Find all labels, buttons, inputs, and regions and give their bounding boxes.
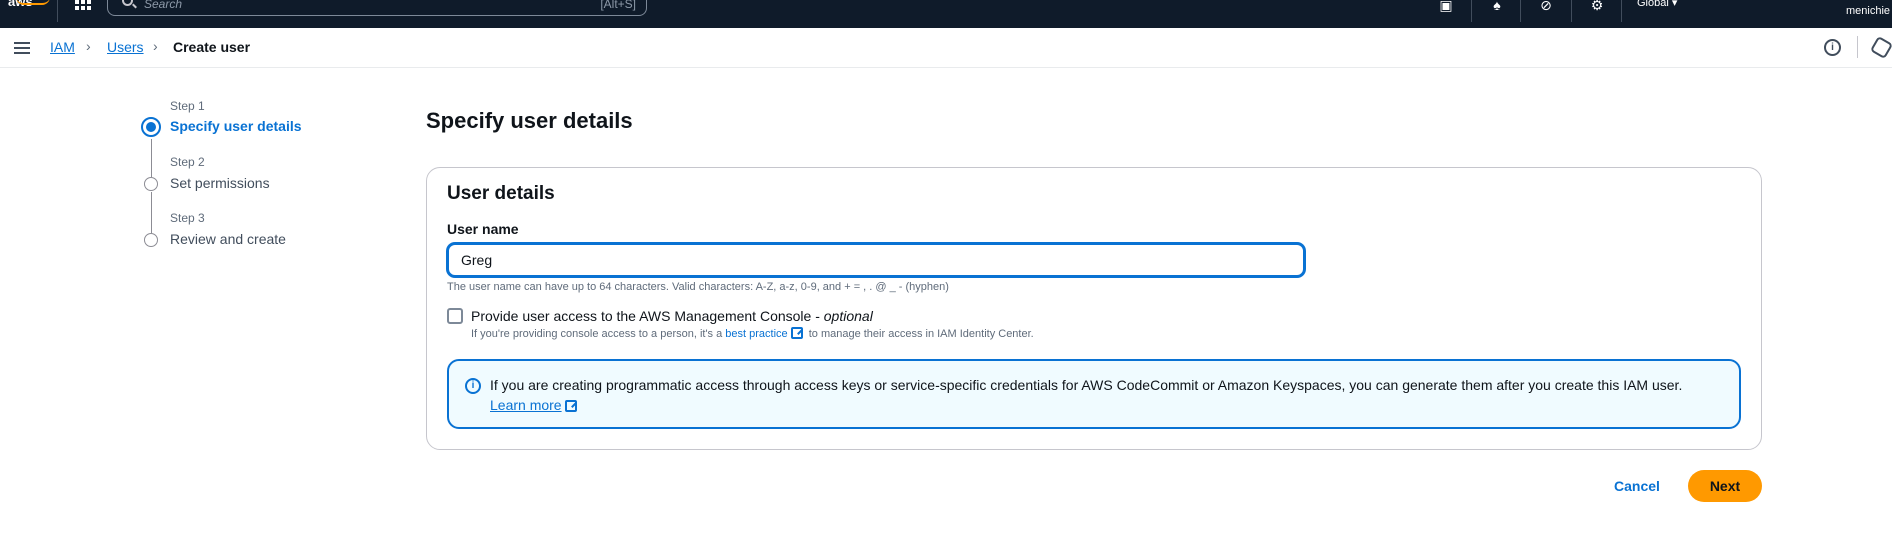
breadcrumb-current: Create user (173, 39, 251, 55)
step-3-title: Review and create (170, 231, 286, 247)
info-alert: i If you are creating programmatic acces… (447, 359, 1741, 429)
divider (1621, 0, 1622, 22)
page-title: Specify user details (426, 108, 633, 133)
step-connector (151, 192, 152, 233)
breadcrumb-users[interactable]: Users (107, 39, 144, 55)
gear-icon[interactable]: ⚙ (1587, 0, 1607, 14)
breadcrumb-bar: IAM › Users › Create user i (0, 28, 1892, 68)
step-1-title[interactable]: Specify user details (170, 118, 302, 134)
console-access-label[interactable]: Provide user access to the AWS Managemen… (471, 308, 873, 324)
console-access-label-text: Provide user access to the AWS Managemen… (471, 308, 824, 324)
desc-before: If you're providing console access to a … (471, 328, 726, 340)
step-1-current-icon (141, 117, 161, 137)
chevron-right-icon: › (86, 38, 91, 54)
breadcrumb-iam[interactable]: IAM (50, 39, 75, 55)
account-menu[interactable]: menichie (1846, 5, 1890, 17)
divider (57, 0, 58, 22)
divider (1571, 0, 1572, 22)
next-button[interactable]: Next (1688, 470, 1762, 502)
optional-text: optional (823, 308, 873, 324)
chevron-right-icon: › (153, 38, 158, 54)
learn-more-link[interactable]: Learn more (490, 397, 580, 413)
aws-logo[interactable]: aws (8, 0, 50, 9)
divider (1857, 36, 1858, 58)
step-connector (151, 139, 152, 177)
grid-icon[interactable] (75, 0, 91, 10)
step-2-title: Set permissions (170, 175, 270, 191)
external-link-icon[interactable] (790, 327, 803, 339)
alert-text: If you are creating programmatic access … (490, 377, 1683, 393)
info-icon: i (465, 378, 481, 394)
cancel-button[interactable]: Cancel (1600, 470, 1674, 502)
external-link-icon (564, 400, 577, 412)
settings-icon[interactable] (1869, 35, 1892, 60)
aws-smile-icon (16, 0, 50, 5)
console-access-description: If you're providing console access to a … (471, 327, 1034, 340)
username-input[interactable] (447, 243, 1305, 277)
step-2-circle-icon (144, 177, 158, 191)
username-hint: The user name can have up to 64 characte… (447, 281, 949, 293)
panel-title: User details (447, 183, 555, 204)
region-selector[interactable]: Global ▾ (1637, 0, 1677, 9)
learn-more-text: Learn more (490, 397, 562, 413)
console-access-checkbox[interactable] (447, 308, 463, 324)
step-1-label: Step 1 (170, 99, 205, 113)
step-3-label: Step 3 (170, 211, 205, 225)
search-input[interactable]: Search [Alt+S] (107, 0, 647, 16)
divider (1520, 0, 1521, 22)
help-icon[interactable]: ⊘ (1536, 0, 1556, 14)
desc-after: to manage their access in IAM Identity C… (805, 328, 1034, 340)
top-navigation: aws Search [Alt+S] ▣ ♠ ⊘ ⚙ Global ▾ meni… (0, 0, 1892, 28)
step-3-circle-icon (144, 233, 158, 247)
best-practice-link[interactable]: best practice (725, 328, 787, 340)
user-details-panel: User details User name The user name can… (426, 167, 1762, 450)
step-2-label: Step 2 (170, 155, 205, 169)
username-label: User name (447, 221, 519, 237)
search-shortcut: [Alt+S] (600, 0, 636, 11)
search-icon (122, 0, 133, 6)
search-placeholder: Search (144, 0, 183, 11)
menu-icon[interactable] (14, 42, 30, 54)
divider (1471, 0, 1472, 22)
bell-icon[interactable]: ♠ (1487, 0, 1507, 14)
cloudshell-icon[interactable]: ▣ (1436, 0, 1456, 14)
info-icon[interactable]: i (1824, 39, 1841, 56)
